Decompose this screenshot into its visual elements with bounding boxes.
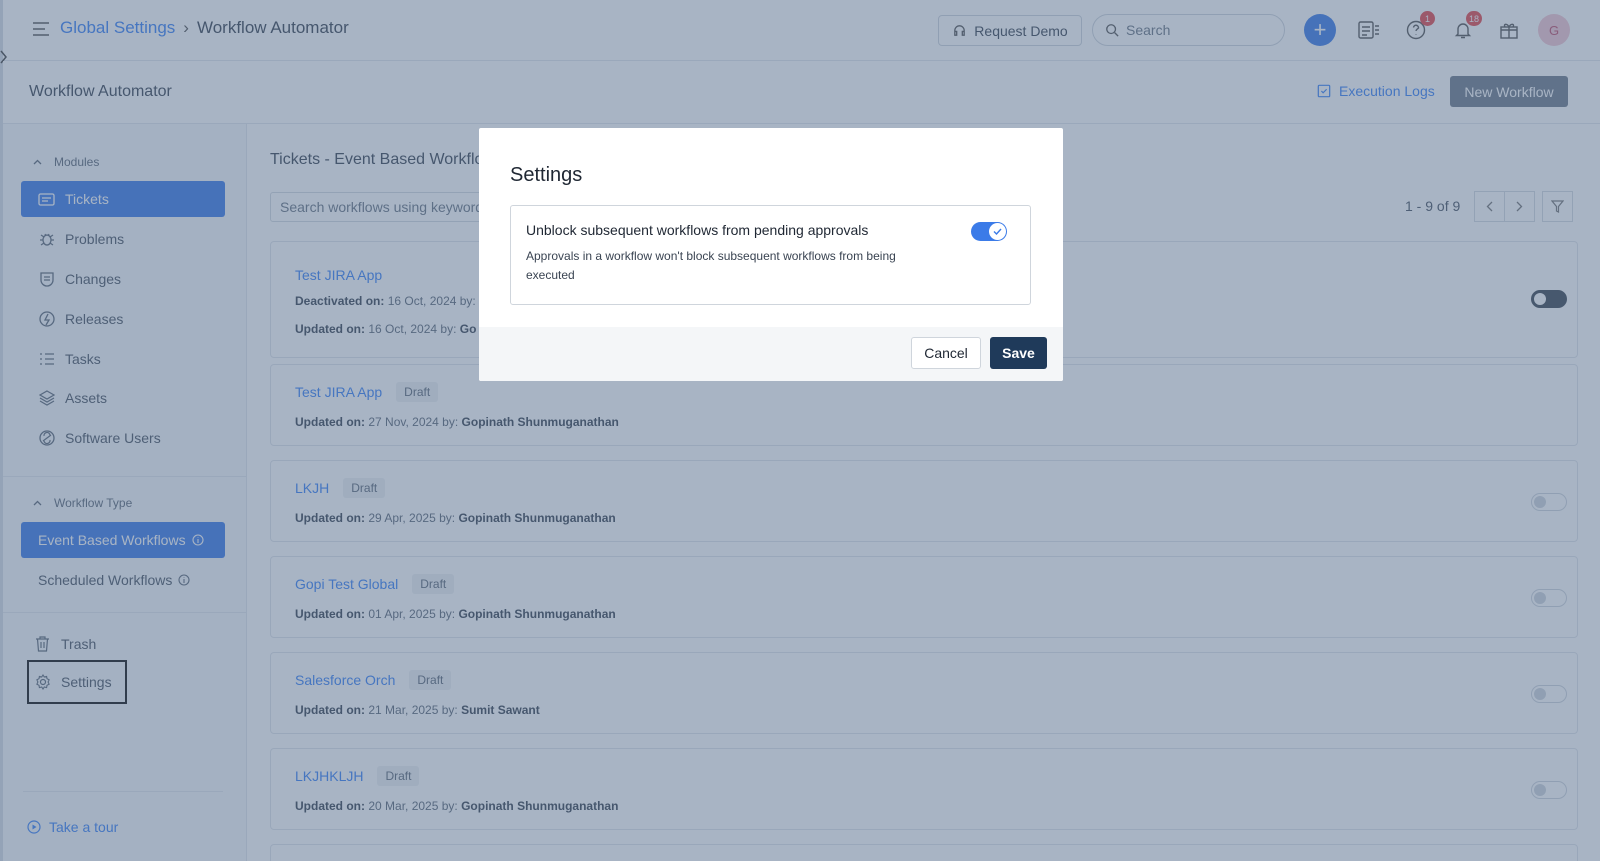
setting-option-description: Approvals in a workflow won't block subs…: [526, 249, 896, 282]
unblock-workflows-toggle[interactable]: [971, 222, 1007, 241]
cancel-button[interactable]: Cancel: [911, 337, 981, 369]
dialog-footer: Cancel Save: [479, 327, 1063, 381]
dialog-title: Settings: [510, 164, 583, 186]
settings-dialog: Settings Unblock subsequent workflows fr…: [479, 128, 1063, 381]
save-button[interactable]: Save: [990, 337, 1047, 369]
setting-option-card: Unblock subsequent workflows from pendin…: [510, 205, 1031, 305]
setting-option-label: Unblock subsequent workflows from pendin…: [526, 222, 869, 238]
check-icon: [989, 223, 1006, 240]
